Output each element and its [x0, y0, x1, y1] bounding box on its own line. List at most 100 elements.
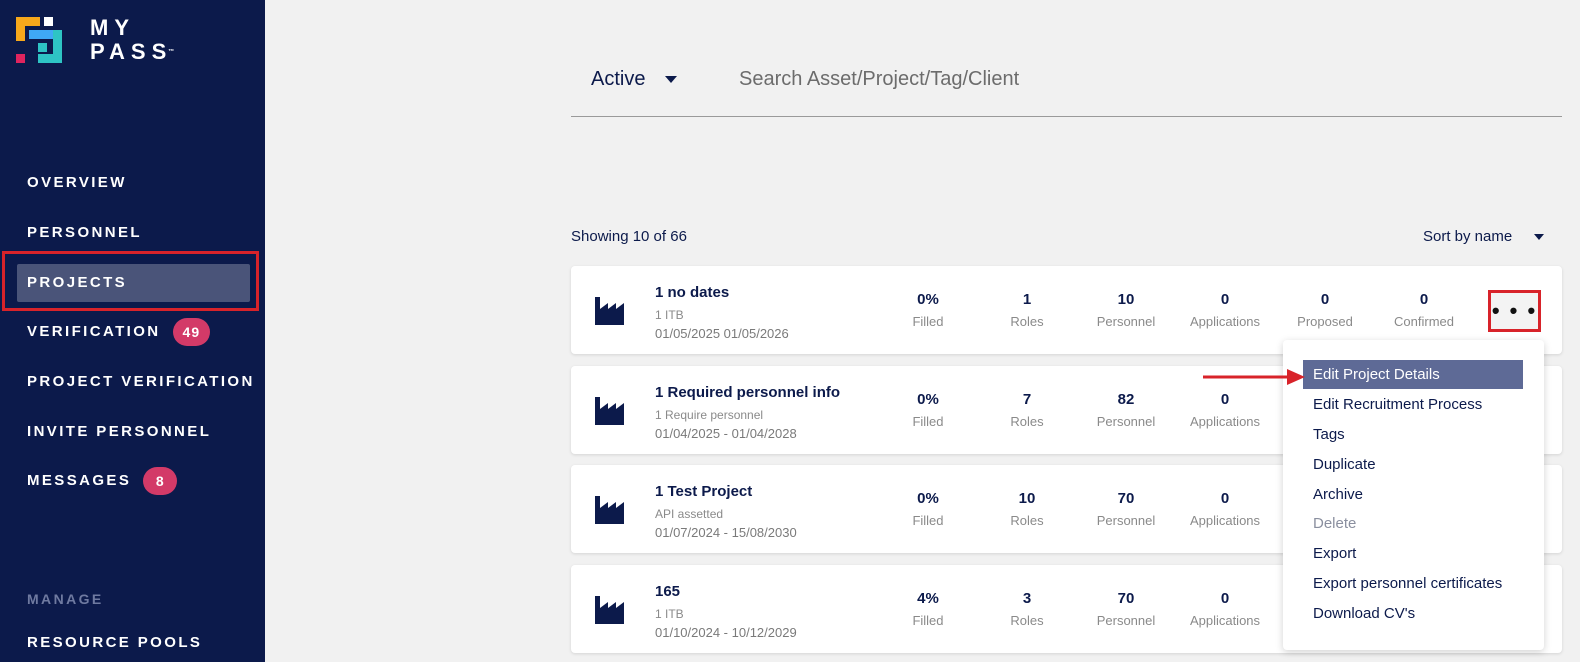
menu-delete[interactable]: Delete: [1303, 509, 1523, 538]
sort-dropdown[interactable]: Sort by name: [1423, 228, 1545, 245]
stat-applications: 0 Applications: [1180, 590, 1270, 628]
stat-label: Personnel: [1096, 314, 1156, 329]
menu-download-cvs[interactable]: Download CV's: [1303, 599, 1523, 628]
project-dates: 01/10/2024 - 10/12/2029: [655, 625, 797, 640]
nav-messages[interactable]: MESSAGES 8: [27, 467, 178, 495]
nav-verification-label: VERIFICATION: [27, 323, 161, 340]
factory-icon: [595, 297, 624, 325]
stat-value: 0: [1220, 291, 1230, 308]
nav-invite-personnel[interactable]: INVITE PERSONNEL: [27, 422, 211, 442]
filter-bar: Active: [571, 56, 1562, 117]
sidebar: MY PASS™ OVERVIEW PERSONNEL PROJECTS VER…: [0, 0, 265, 662]
menu-edit-project-details[interactable]: Edit Project Details: [1303, 360, 1523, 389]
project-dates: 01/05/2025 01/05/2026: [655, 326, 789, 341]
factory-icon: [595, 397, 624, 425]
project-title: 1 Required personnel info: [655, 384, 841, 401]
stat-value: 7: [1022, 391, 1032, 408]
stat-value: 82: [1117, 391, 1135, 408]
stat-applications: 0 Applications: [1180, 291, 1270, 329]
menu-tags[interactable]: Tags: [1303, 420, 1523, 449]
logo-wordmark: MY PASS™: [90, 15, 175, 64]
stat-label: Applications: [1189, 414, 1261, 429]
status-filter-value: Active: [591, 68, 646, 90]
nav-personnel[interactable]: PERSONNEL: [27, 223, 142, 243]
annotation-arrow-icon: [1203, 369, 1305, 385]
stat-proposed: 0 Proposed: [1280, 291, 1370, 329]
stat-value: 0: [1220, 590, 1230, 607]
stat-label: Roles: [1010, 513, 1044, 528]
stat-personnel: 10 Personnel: [1081, 291, 1171, 329]
results-count: Showing 10 of 66: [571, 228, 687, 245]
stat-label: Personnel: [1096, 414, 1156, 429]
search-input[interactable]: [739, 64, 1339, 94]
nav-personnel-label: PERSONNEL: [27, 224, 142, 241]
more-options-button[interactable]: • • •: [1488, 290, 1541, 332]
stat-label: Personnel: [1096, 513, 1156, 528]
nav-section-manage: MANAGE: [27, 591, 104, 607]
project-title: 1 no dates: [655, 284, 730, 301]
project-dates: 01/07/2024 - 15/08/2030: [655, 525, 797, 540]
highlight-box-projects: [2, 251, 259, 311]
nav-overview-label: OVERVIEW: [27, 174, 127, 191]
stat-personnel: 70 Personnel: [1081, 590, 1171, 628]
menu-archive[interactable]: Archive: [1303, 480, 1523, 509]
stat-filled: 0% Filled: [883, 490, 973, 528]
nav-overview[interactable]: OVERVIEW: [27, 173, 127, 193]
stat-value: 70: [1117, 490, 1135, 507]
project-subtitle: 1 Require personnel: [655, 408, 764, 422]
stat-label: Filled: [912, 414, 944, 429]
stat-roles: 1 Roles: [982, 291, 1072, 329]
stat-label: Confirmed: [1394, 314, 1454, 329]
stat-roles: 7 Roles: [982, 391, 1072, 429]
stat-label: Filled: [912, 613, 944, 628]
sort-value: Sort by name: [1423, 228, 1513, 245]
stat-value: 0: [1220, 391, 1230, 408]
stat-roles: 3 Roles: [982, 590, 1072, 628]
project-dates: 01/04/2025 - 01/04/2028: [655, 426, 797, 441]
nav-resource-pools-label: RESOURCE POOLS: [27, 634, 203, 651]
menu-edit-recruitment-process[interactable]: Edit Recruitment Process: [1303, 390, 1523, 419]
menu-duplicate[interactable]: Duplicate: [1303, 450, 1523, 479]
nav-project-verification[interactable]: PROJECT VERIFICATION: [27, 372, 255, 392]
project-subtitle: 1 ITB: [655, 308, 684, 322]
stat-value: 10: [1018, 490, 1036, 507]
project-subtitle: 1 ITB: [655, 607, 684, 621]
nav-resource-pools[interactable]: RESOURCE POOLS: [27, 633, 202, 653]
project-title: 1 Test Project: [655, 483, 753, 500]
stat-value: 10: [1117, 291, 1135, 308]
stat-applications: 0 Applications: [1180, 490, 1270, 528]
stat-label: Applications: [1189, 513, 1261, 528]
stat-filled: 0% Filled: [883, 391, 973, 429]
stat-filled: 0% Filled: [883, 291, 973, 329]
messages-count-badge: 8: [143, 467, 178, 495]
stat-value: 0: [1220, 490, 1230, 507]
stat-label: Roles: [1010, 314, 1044, 329]
stat-label: Roles: [1010, 414, 1044, 429]
nav-messages-label: MESSAGES: [27, 472, 132, 489]
stat-value: 0%: [917, 291, 939, 308]
stat-value: 1: [1022, 291, 1032, 308]
stat-label: Applications: [1189, 314, 1261, 329]
status-filter-dropdown[interactable]: Active: [591, 68, 678, 91]
stat-value: 0%: [917, 391, 939, 408]
nav-project-verification-label: PROJECT VERIFICATION: [27, 373, 255, 390]
stat-label: Personnel: [1096, 613, 1156, 628]
stat-label: Roles: [1010, 613, 1044, 628]
project-title: 165: [655, 583, 681, 600]
mypass-logo[interactable]: MY PASS™: [16, 17, 186, 65]
verification-count-badge: 49: [172, 318, 211, 346]
stat-label: Applications: [1189, 613, 1261, 628]
stat-personnel: 70 Personnel: [1081, 490, 1171, 528]
caret-down-icon: [665, 76, 678, 83]
logo-mark-icon: [16, 17, 62, 63]
menu-export[interactable]: Export: [1303, 539, 1523, 568]
stat-value: 4%: [917, 590, 939, 607]
project-actions-menu: Edit Project Details Edit Recruitment Pr…: [1283, 340, 1544, 650]
stat-value: 70: [1117, 590, 1135, 607]
caret-down-icon: [1534, 233, 1545, 240]
stat-value: 0: [1419, 291, 1429, 308]
stat-value: 3: [1022, 590, 1032, 607]
stat-label: Filled: [912, 513, 944, 528]
nav-verification[interactable]: VERIFICATION 49: [27, 318, 211, 346]
menu-export-personnel-certificates[interactable]: Export personnel certificates: [1303, 569, 1523, 598]
